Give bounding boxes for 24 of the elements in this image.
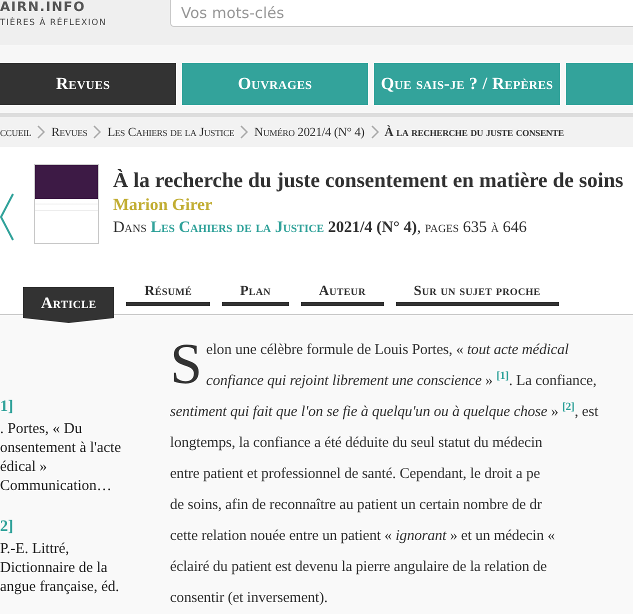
chevron-right-icon — [370, 125, 379, 139]
chevron-right-icon — [37, 125, 46, 139]
article-title: À la recherche du juste consentement en matière de soins — [113, 168, 624, 193]
breadcrumb-link[interactable]: Revues — [51, 124, 88, 140]
article-tab[interactable]: Résumé — [126, 284, 210, 306]
article-tab[interactable]: Sur un sujet proche — [396, 284, 559, 306]
article-tab[interactable]: Auteur — [300, 284, 384, 306]
chevron-left-icon[interactable] — [0, 192, 14, 242]
site-logo[interactable]: AIRN.INFO — [0, 1, 170, 15]
site-tagline: TIÈRES À RÉFLEXION — [0, 18, 108, 28]
current-page-crumb[interactable]: À la recherche du juste consente — [384, 124, 564, 140]
article-tab[interactable]: Plan — [222, 284, 289, 306]
publication-info: Dans Les Cahiers de la Justice 2021/4 (N° 4), pages 635 à 646 — [113, 219, 528, 237]
breadcrumb-link[interactable]: Numéro 2021/4 (N° 4) — [254, 124, 365, 140]
chevron-right-icon — [93, 125, 102, 139]
footnote-text: . Portes, « Du onsentement à l'acte édical » Communication… — [0, 420, 122, 496]
article-tab[interactable]: Article — [23, 287, 114, 323]
nav-tab[interactable]: Revues — [0, 63, 176, 105]
breadcrumb-link[interactable]: Les Cahiers de la Justice — [107, 124, 234, 140]
breadcrumb-link[interactable]: ccueil — [0, 124, 32, 140]
chevron-right-icon — [240, 125, 248, 139]
journal-cover-image[interactable] — [34, 164, 99, 244]
search-field[interactable]: Vos mots-clés — [170, 0, 633, 27]
footnote-text: P.-E. Littré, Dictionnaire de la angue française, éd. — [0, 540, 120, 597]
